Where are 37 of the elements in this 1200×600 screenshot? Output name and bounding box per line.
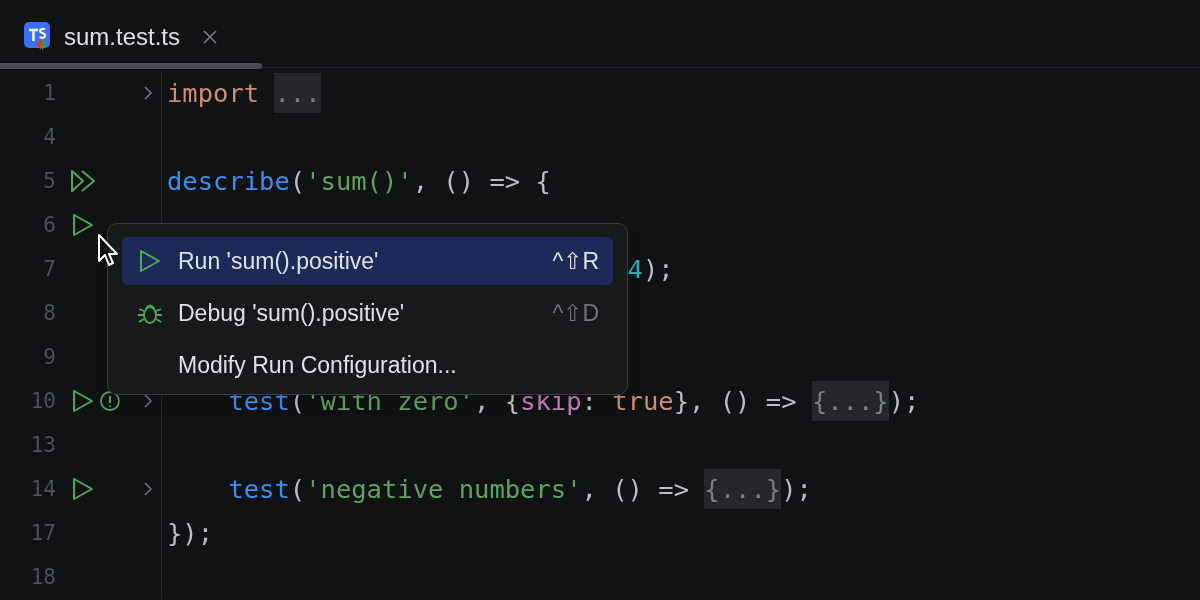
line-number: 18	[30, 565, 56, 589]
line-number: 13	[30, 433, 56, 457]
line-number: 5	[43, 169, 56, 193]
code-line: describe('sum()', () => {	[167, 165, 551, 198]
code-line: test('negative numbers', () => {...});	[228, 467, 812, 511]
run-icon[interactable]	[70, 212, 96, 238]
menu-item[interactable]: Run 'sum().positive' ^⇧R	[122, 237, 613, 285]
keyboard-shortcut: ^⇧D	[552, 298, 599, 328]
line-number: 17	[30, 521, 56, 545]
menu-item[interactable]: Modify Run Configuration...	[122, 341, 613, 389]
line-number: 6	[43, 213, 56, 237]
run-icon[interactable]	[137, 248, 163, 274]
skipped-test-icon	[99, 390, 121, 412]
line-number: 8	[43, 301, 56, 325]
menu-item[interactable]: Debug 'sum().positive' ^⇧D	[122, 289, 613, 337]
run-all-icon[interactable]	[70, 168, 96, 194]
fold-chevron-icon[interactable]	[143, 481, 153, 497]
line-number: 9	[43, 345, 56, 369]
tab-title: sum.test.ts	[64, 22, 181, 52]
run-icon[interactable]	[70, 476, 96, 502]
line-number: 10	[30, 389, 56, 413]
run-icon[interactable]	[70, 388, 96, 414]
fold-chevron-icon[interactable]	[143, 85, 153, 101]
menu-item-label: Run 'sum().positive'	[178, 246, 380, 276]
line-number: 14	[30, 477, 56, 501]
menu-item-label: Debug 'sum().positive'	[178, 298, 406, 328]
code-line: });	[167, 517, 214, 550]
line-number: 7	[43, 257, 56, 281]
typescript-file-icon	[24, 22, 52, 52]
line-number: 1	[43, 81, 56, 105]
close-icon[interactable]	[202, 29, 219, 45]
code-line: import ...	[167, 71, 321, 115]
code-line: 4);	[627, 253, 674, 286]
line-number: 4	[43, 125, 56, 149]
editor-tab[interactable]: sum.test.ts	[0, 7, 262, 67]
fold-chevron-icon[interactable]	[143, 393, 153, 409]
keyboard-shortcut: ^⇧R	[552, 246, 599, 276]
